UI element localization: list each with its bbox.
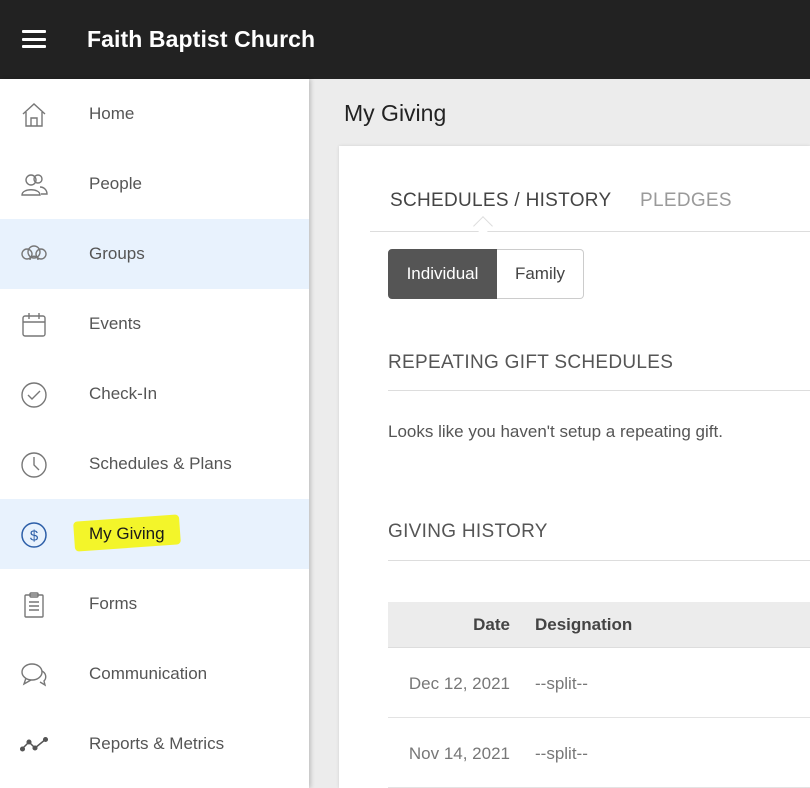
top-bar: Faith Baptist Church: [0, 0, 810, 79]
groups-icon: [20, 241, 48, 269]
empty-message: Looks like you haven't setup a repeating…: [388, 422, 723, 441]
tab-bar: SCHEDULES / HISTORY PLEDGES: [370, 184, 810, 236]
giving-card: SCHEDULES / HISTORY PLEDGES Individual F…: [339, 146, 810, 788]
divider: [388, 560, 810, 561]
individual-button[interactable]: Individual: [388, 249, 497, 299]
dollar-circle-icon: $: [20, 521, 48, 549]
sidebar-item-label: Check-In: [89, 384, 158, 403]
svg-text:$: $: [30, 528, 39, 545]
individual-family-toggle: Individual Family: [388, 249, 584, 299]
sidebar-item-label: Reports & Metrics: [89, 734, 225, 753]
sidebar-item-label: Forms: [89, 594, 138, 613]
sidebar-item-events[interactable]: Events: [0, 289, 309, 359]
sidebar-item-people[interactable]: People: [0, 149, 309, 219]
cell-date: Nov 14, 2021: [408, 744, 510, 763]
sidebar-item-home[interactable]: Home: [0, 79, 309, 149]
family-button[interactable]: Family: [497, 249, 584, 299]
sidebar-item-label: Schedules & Plans: [89, 454, 232, 473]
tab-schedules-history[interactable]: SCHEDULES / HISTORY: [390, 190, 611, 212]
home-icon: [20, 101, 48, 129]
clipboard-icon: [20, 591, 48, 619]
clock-icon: [20, 451, 48, 479]
people-icon: [20, 171, 48, 199]
column-header-date[interactable]: Date: [388, 615, 510, 635]
table-header: Date Designation: [388, 602, 810, 648]
table-row[interactable]: Dec 12, 2021 --split--: [388, 648, 810, 718]
page-title: My Giving: [344, 100, 447, 126]
cell-date: Dec 12, 2021: [408, 674, 510, 693]
sidebar-item-reports-metrics[interactable]: Reports & Metrics: [0, 709, 309, 779]
sidebar-item-schedules-plans[interactable]: Schedules & Plans: [0, 429, 309, 499]
cell-designation: --split--: [535, 744, 588, 763]
sidebar-item-label: Communication: [89, 664, 208, 683]
table-row[interactable]: Nov 14, 2021 --split--: [388, 718, 810, 788]
chat-bubbles-icon: [20, 661, 48, 689]
sidebar-item-check-in[interactable]: Check-In: [0, 359, 309, 429]
sidebar-item-communication[interactable]: Communication: [0, 639, 309, 709]
sidebar-item-label: Events: [89, 314, 141, 333]
sidebar-item-groups[interactable]: Groups: [0, 219, 309, 289]
calendar-icon: [20, 311, 48, 339]
line-graph-icon: [19, 731, 49, 759]
sidebar-item-label: Home: [89, 104, 135, 123]
sidebar-item-label: People: [89, 174, 142, 193]
app-title: Faith Baptist Church: [87, 26, 316, 52]
tab-pledges[interactable]: PLEDGES: [640, 190, 732, 212]
repeating-gift-schedules-heading: REPEATING GIFT SCHEDULES: [388, 352, 674, 373]
sidebar: Home People Groups Events Check-In Sched…: [0, 79, 309, 788]
check-circle-icon: [20, 381, 48, 409]
active-tab-indicator: [473, 216, 493, 236]
sidebar-item-my-giving[interactable]: $ My Giving: [0, 499, 309, 569]
sidebar-item-label: My Giving: [89, 524, 165, 543]
sidebar-item-label: Groups: [89, 244, 145, 263]
sidebar-item-forms[interactable]: Forms: [0, 569, 309, 639]
divider: [388, 390, 810, 391]
giving-history-heading: GIVING HISTORY: [388, 521, 548, 542]
cell-designation: --split--: [535, 674, 588, 693]
hamburger-menu-icon[interactable]: [22, 30, 46, 48]
column-header-designation[interactable]: Designation: [535, 615, 632, 635]
